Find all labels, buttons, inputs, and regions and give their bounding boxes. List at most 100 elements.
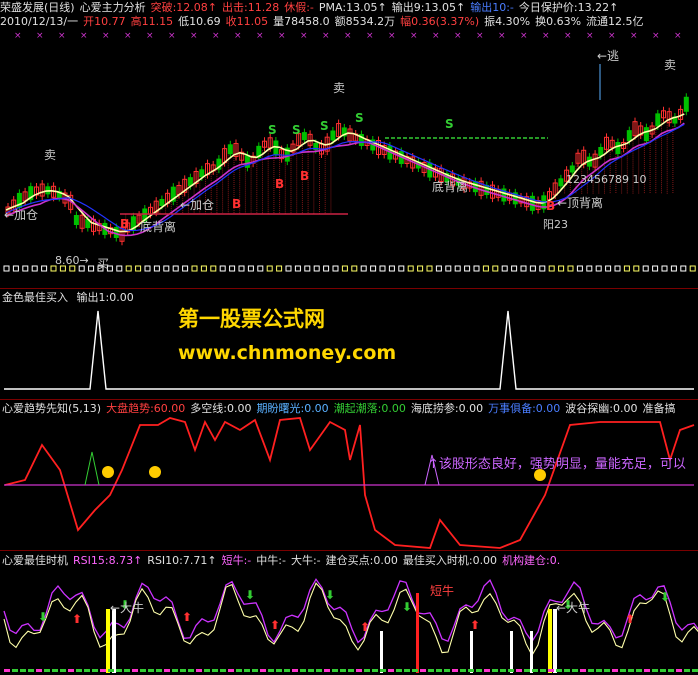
baseline-segment [196, 669, 202, 672]
baseline-segment [364, 669, 370, 672]
signal-square [285, 265, 292, 272]
golden-buy-output: 输出1:0.00 [76, 291, 134, 304]
candlestick-chart[interactable]: × × × × × × × × × × × × × × × × × × × × × × × × × × × × × × × S S S S S B B B B… [0, 30, 698, 286]
signal-square [633, 265, 640, 272]
candle-body [73, 215, 79, 225]
baseline-segment [676, 669, 682, 672]
baseline-segment [468, 669, 474, 672]
baseline-segment [228, 669, 234, 672]
top-marker: × [586, 31, 594, 41]
sell-signal-marker: S [292, 123, 301, 137]
signal-square [294, 265, 301, 272]
big-bull-bar [106, 609, 110, 673]
golden-buy-header: 金色最佳买入 输出1:0.00 [2, 291, 139, 305]
signal-square [370, 265, 377, 272]
buy-signal-marker: B [546, 199, 555, 213]
baseline-segment [92, 669, 98, 672]
trend-panel[interactable]: 心爱趋势先知(5,13) 大盘趋势:60.00 多空线:0.00 期盼曙光:0.00 潮… [0, 400, 698, 550]
top-marker: × [146, 31, 154, 41]
timing-value-5: 大牛:- [290, 554, 321, 567]
top-marker: × [652, 31, 660, 41]
escape-label: ←逃 [597, 49, 620, 63]
timing-panel[interactable]: ⬇ ⬇ ⬇ ⬇ ⬇ ⬇ ⬇ ⬆ ⬆ ⬆ ⬆ ⬆ ⬆ 心爱最佳时机 RSI15:8.73↑ RSI10:7.7… [0, 551, 698, 675]
candle-body [330, 130, 336, 141]
big-bull-label-1: ←大牛 [110, 601, 145, 615]
candle-body [558, 178, 564, 187]
signal-square [539, 265, 546, 272]
signal-square [398, 265, 405, 272]
candle-body [187, 177, 193, 187]
candle-body [199, 169, 205, 178]
baseline-segment [36, 669, 42, 672]
signal-square [661, 265, 668, 272]
top-marker: × [300, 31, 308, 41]
down-arrow-icon: ⬇ [660, 590, 670, 604]
green-spike [84, 451, 100, 486]
candle-body [615, 142, 621, 155]
signal-square [623, 265, 630, 272]
quote-value-6: 额8534.2万 [334, 15, 396, 28]
quote-value-9: 换0.63% [535, 15, 582, 28]
signal-square [614, 265, 621, 272]
count-sequence-label: 123456789 10 [566, 173, 647, 186]
top-marker: × [388, 31, 396, 41]
baseline-segment [132, 669, 138, 672]
indicator-header-row: 荣盛发展(日线) 心爱主力分析 突破:12.08↑ 出击:11.28 休假:- PMA:1… [0, 1, 623, 15]
top-marker: × [542, 31, 550, 41]
baseline-segment [524, 669, 530, 672]
baseline-segment [508, 669, 514, 672]
main-chart-panel[interactable]: × × × × × × × × × × × × × × × × × × × × × × × × × × × × × × × S S S S S B B B B… [0, 30, 698, 286]
trend-header: 心爱趋势先知(5,13) 大盘趋势:60.00 多空线:0.00 期盼曙光:0.00 潮… [2, 402, 681, 416]
indicator-value-1: 心爱主力分析 [79, 1, 146, 14]
signal-square [200, 265, 207, 272]
up-arrow-icon: ⬆ [270, 618, 280, 632]
top-marker: × [36, 31, 44, 41]
baseline-segment [108, 669, 114, 672]
timing-value-0: 心爱最佳时机 [2, 554, 68, 567]
baseline-segment [60, 669, 66, 672]
baseline-segment [596, 669, 602, 672]
signal-square [567, 265, 574, 272]
baseline-segment [372, 669, 378, 672]
quote-value-4: 收11.05 [225, 15, 269, 28]
signal-square [238, 265, 245, 272]
baseline-segment [140, 669, 146, 672]
baseline-segment [252, 669, 258, 672]
quote-header-row: 2010/12/13/一 开10.77 高11.15 低10.69 收11.05 量784… [0, 15, 649, 29]
baseline-segment [12, 669, 18, 672]
baseline-segment [612, 669, 618, 672]
signal-square [12, 265, 19, 272]
candle-body [643, 127, 649, 142]
trend-chart[interactable] [0, 400, 698, 550]
up-arrow-icon: ⬆ [470, 618, 480, 632]
down-arrow-icon: ⬇ [325, 588, 335, 602]
signal-square [153, 265, 160, 272]
baseline-segment [412, 669, 418, 672]
quote-value-0: 2010/12/13/一 [0, 15, 79, 28]
big-bull-bar [548, 609, 552, 673]
baseline-segment [636, 669, 642, 672]
top-marker: × [168, 31, 176, 41]
timing-header: 心爱最佳时机 RSI15:8.73↑ RSI10:7.71↑ 短牛:- 中牛:- 大牛:-… [2, 554, 565, 568]
signal-square [229, 265, 236, 272]
big-bull-bar [112, 609, 116, 673]
smile-icon [149, 466, 161, 478]
baseline-segment [660, 669, 666, 672]
signal-square [558, 265, 565, 272]
baseline-segment [324, 669, 330, 672]
baseline-segment [212, 669, 218, 672]
up-arrow-icon: ⬆ [72, 612, 82, 626]
baseline-segment [84, 669, 90, 672]
baseline-segment [652, 669, 658, 672]
timing-bar [470, 631, 473, 673]
timing-value-6: 建仓买点:0.00 [325, 554, 398, 567]
sell-label-3: 卖 [664, 58, 677, 72]
candle-body [301, 132, 307, 141]
timing-chart[interactable]: ⬇⬇⬇ ⬇⬇ ⬇⬇⬆ ⬆⬆ ⬆ ⬆ ⬆ [0, 551, 698, 675]
baseline-segment [668, 669, 674, 672]
top-marker: × [322, 31, 330, 41]
baseline-segment [300, 669, 306, 672]
signal-square [135, 265, 142, 272]
baseline-segment [500, 669, 506, 672]
signal-square [182, 265, 189, 272]
